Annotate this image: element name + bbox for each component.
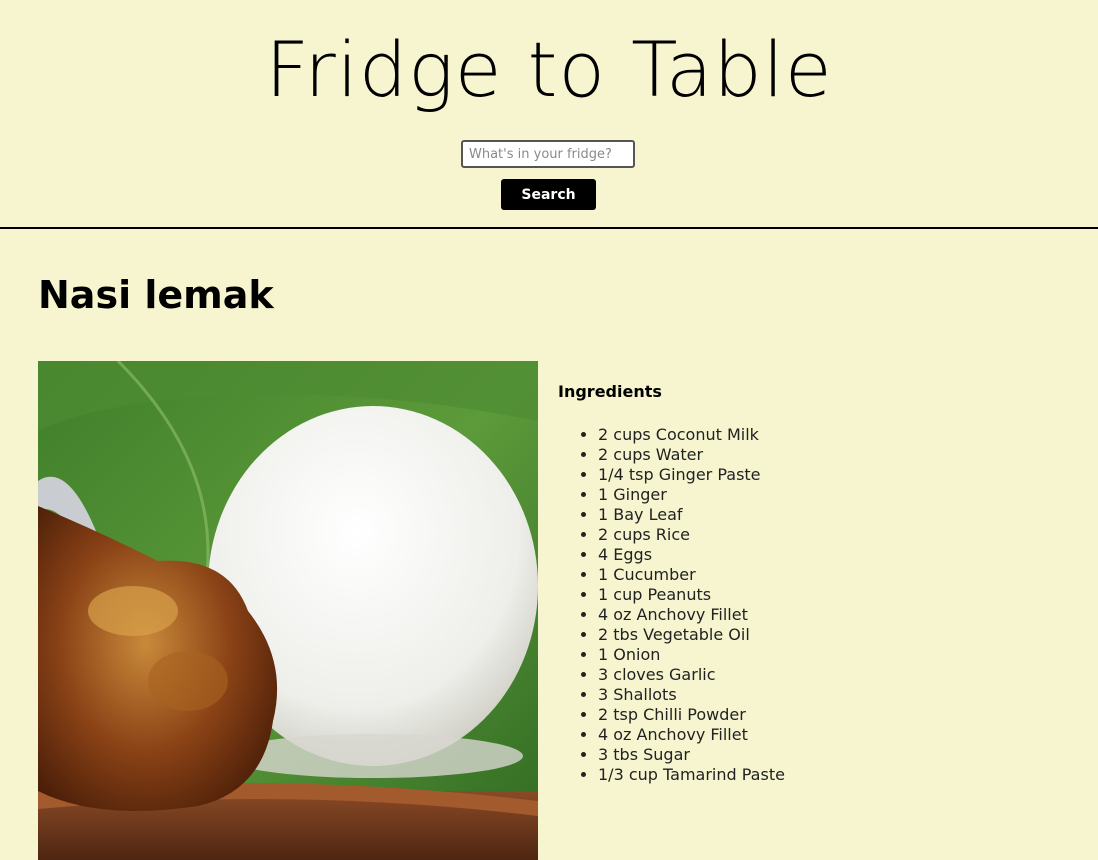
site-title: Fridge to Table — [265, 25, 833, 114]
ingredient-item: 3 Shallots — [598, 685, 785, 705]
ingredient-item: 1/4 tsp Ginger Paste — [598, 465, 785, 485]
recipe-image — [38, 361, 538, 860]
ingredient-item: 3 tbs Sugar — [598, 745, 785, 765]
ingredients-heading: Ingredients — [558, 382, 662, 401]
ingredient-item: 4 oz Anchovy Fillet — [598, 605, 785, 625]
ingredient-item: 2 tbs Vegetable Oil — [598, 625, 785, 645]
ingredient-item: 1 Cucumber — [598, 565, 785, 585]
ingredients-list: 2 cups Coconut Milk 2 cups Water 1/4 tsp… — [558, 425, 785, 785]
ingredient-item: 4 Eggs — [598, 545, 785, 565]
ingredient-item: 1 Bay Leaf — [598, 505, 785, 525]
ingredient-item: 4 oz Anchovy Fillet — [598, 725, 785, 745]
site-header: Fridge to Table Search — [0, 0, 1098, 229]
ingredient-item: 3 cloves Garlic — [598, 665, 785, 685]
ingredient-item: 2 cups Water — [598, 445, 785, 465]
ingredient-item: 1 Onion — [598, 645, 785, 665]
ingredient-item: 2 cups Coconut Milk — [598, 425, 785, 445]
ingredient-item: 2 cups Rice — [598, 525, 785, 545]
ingredient-item: 1/3 cup Tamarind Paste — [598, 765, 785, 785]
ingredient-item: 1 cup Peanuts — [598, 585, 785, 605]
search-input[interactable] — [461, 140, 635, 168]
ingredient-item: 1 Ginger — [598, 485, 785, 505]
search-button[interactable]: Search — [501, 179, 596, 210]
ingredient-item: 2 tsp Chilli Powder — [598, 705, 785, 725]
recipe-title: Nasi lemak — [38, 273, 274, 317]
